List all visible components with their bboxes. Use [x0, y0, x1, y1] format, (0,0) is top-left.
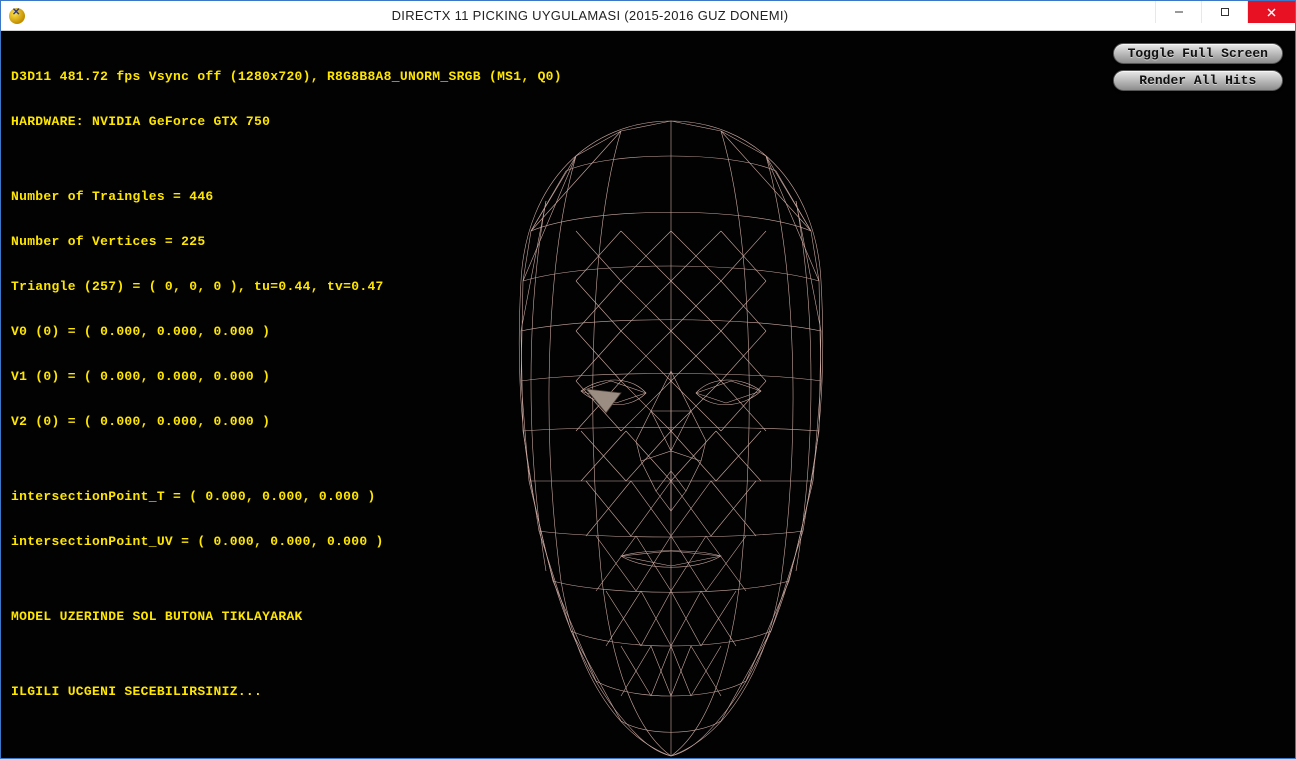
window-title: DIRECTX 11 PICKING UYGULAMASI (2015-2016…: [25, 8, 1155, 23]
render-all-hits-button[interactable]: Render All Hits: [1113, 70, 1283, 91]
debug-line: D3D11 481.72 fps Vsync off (1280x720), R…: [11, 69, 562, 84]
titlebar[interactable]: DIRECTX 11 PICKING UYGULAMASI (2015-2016…: [1, 1, 1295, 31]
minimize-button[interactable]: [1155, 1, 1201, 23]
app-icon: [9, 8, 25, 24]
wireframe-mesh[interactable]: [471, 111, 871, 758]
window-controls: [1155, 1, 1295, 30]
selected-triangle[interactable]: [586, 389, 621, 413]
toggle-fullscreen-button[interactable]: Toggle Full Screen: [1113, 43, 1283, 64]
d3d-viewport[interactable]: D3D11 481.72 fps Vsync off (1280x720), R…: [1, 31, 1295, 758]
close-button[interactable]: [1247, 1, 1295, 23]
maximize-button[interactable]: [1201, 1, 1247, 23]
window-frame: DIRECTX 11 PICKING UYGULAMASI (2015-2016…: [0, 0, 1296, 759]
viewport-buttons: Toggle Full Screen Render All Hits: [1113, 43, 1283, 91]
